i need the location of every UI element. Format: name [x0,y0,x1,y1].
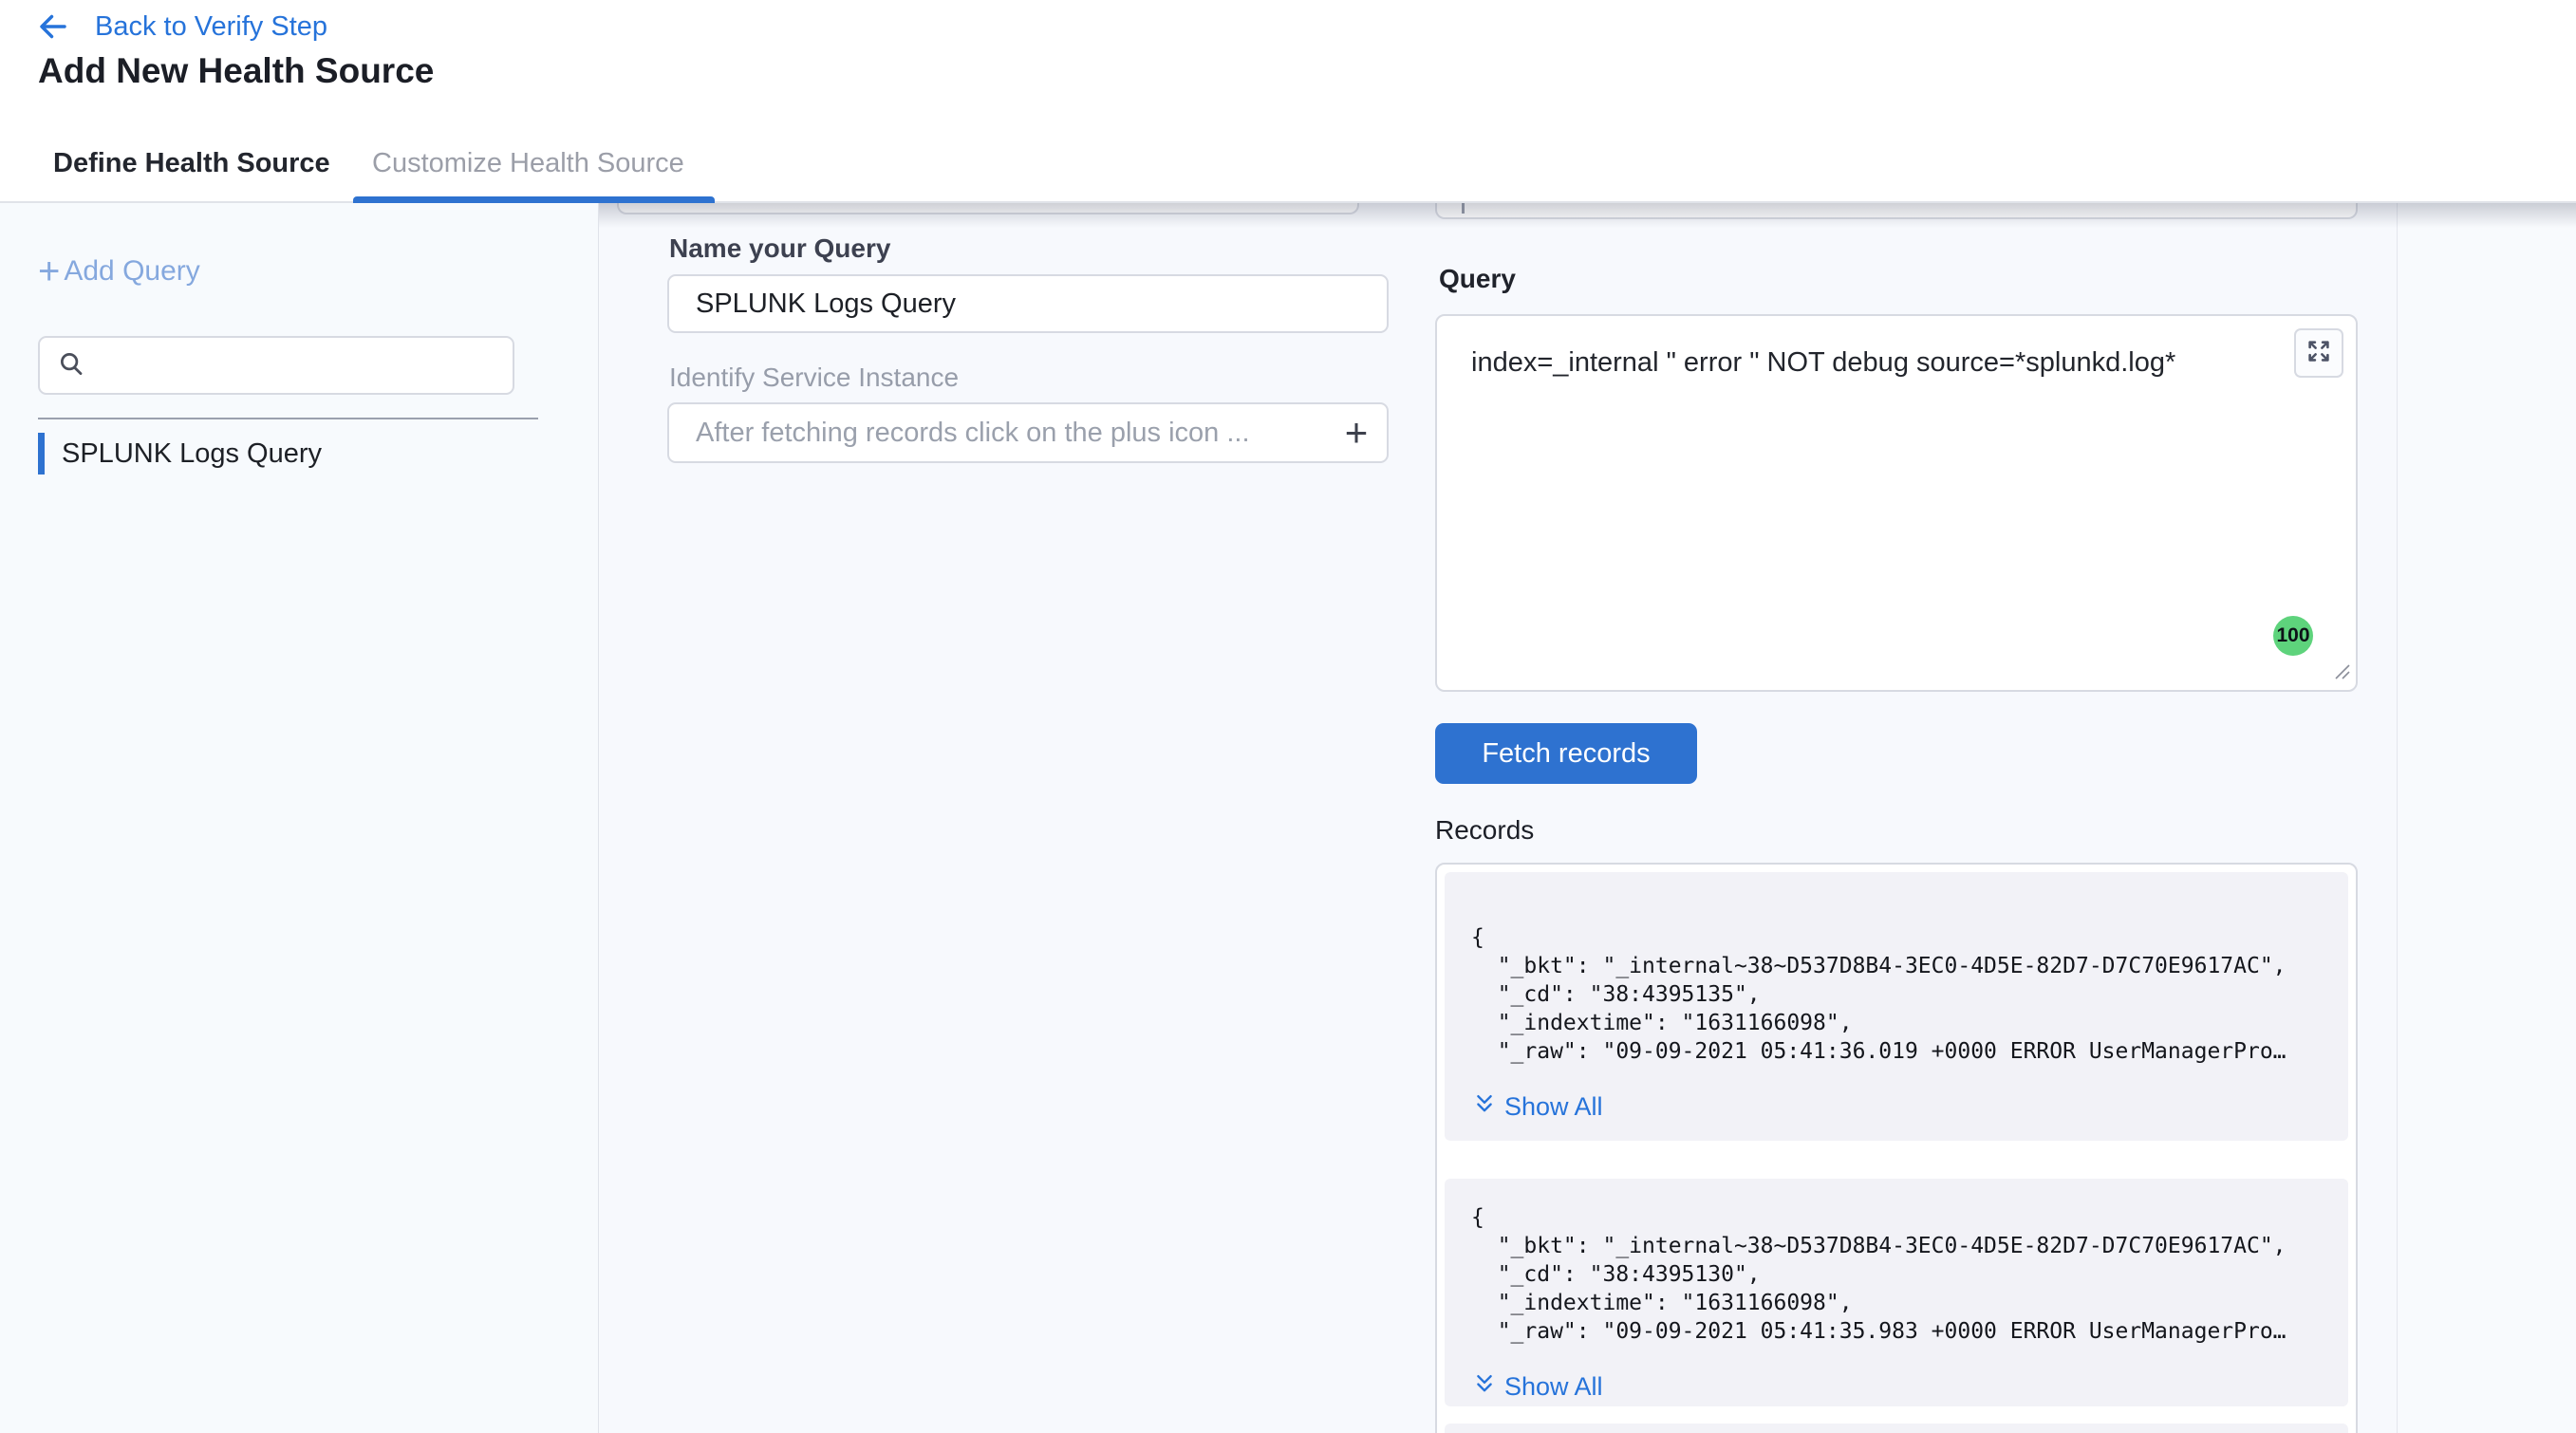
records-label: Records [1435,815,1534,846]
back-to-verify-step-link[interactable]: Back to Verify Step [36,9,327,44]
page-title: Add New Health Source [38,51,434,91]
content-area: + Add Query SPLUNK Logs Query [0,203,2576,1433]
cutoff-field-middle[interactable] [617,203,1359,214]
plus-icon: + [38,252,60,290]
sidebar-divider [38,418,538,419]
show-all-label: Show All [1504,1372,1603,1402]
record-card-1: { "_bkt": "_internal~38~D537D8B4-3EC0-4D… [1445,872,2348,1141]
right-side-panel [2397,203,2576,1433]
service-instance-field: + [667,402,1389,463]
selected-indicator [38,433,45,475]
back-link-label: Back to Verify Step [95,11,327,43]
arrow-left-icon [36,9,70,44]
name-your-query-label: Name your Query [669,233,890,264]
tab-define-health-source[interactable]: Define Health Source [53,123,330,203]
search-icon [57,349,85,382]
record-card-3-partial [1445,1424,2348,1433]
service-instance-add-button[interactable]: + [1326,404,1387,461]
page-header: Back to Verify Step Add New Health Sourc… [0,0,2576,123]
sidebar-item-splunk-logs-query[interactable]: SPLUNK Logs Query [38,433,322,475]
active-tab-underline [353,196,715,203]
show-all-label: Show All [1504,1092,1603,1122]
double-chevron-down-icon [1473,1092,1496,1122]
query-item-label: SPLUNK Logs Query [62,438,322,470]
tab-customize-health-source[interactable]: Customize Health Source [372,123,684,203]
records-count-badge: 100 [2273,616,2313,656]
records-container: { "_bkt": "_internal~38~D537D8B4-3EC0-4D… [1435,863,2358,1433]
record-json: { "_bkt": "_internal~38~D537D8B4-3EC0-4D… [1445,1179,2348,1346]
add-query-button[interactable]: + Add Query [38,252,200,290]
show-all-link[interactable]: Show All [1473,1372,2348,1402]
query-search-box [38,336,514,395]
query-editor: index=_internal " error " NOT debug sour… [1435,314,2358,692]
add-health-source-screen: Back to Verify Step Add New Health Sourc… [0,0,2576,1433]
search-input[interactable] [99,350,482,382]
tab-bar: Define Health Source Customize Health So… [0,123,2576,203]
query-sidebar: + Add Query SPLUNK Logs Query [0,203,599,1433]
cutoff-text-fragment [1462,203,1465,214]
add-query-label: Add Query [64,255,199,288]
cutoff-field-right[interactable] [1435,203,2358,219]
show-all-link[interactable]: Show All [1473,1092,2348,1122]
service-instance-input[interactable] [669,418,1326,449]
record-card-2: { "_bkt": "_internal~38~D537D8B4-3EC0-4D… [1445,1179,2348,1406]
query-name-input[interactable] [667,274,1389,333]
fetch-records-button[interactable]: Fetch records [1435,723,1697,784]
expand-arrows-icon [2305,337,2333,370]
textarea-resize-handle[interactable] [2331,661,2352,686]
expand-query-button[interactable] [2294,328,2343,378]
query-label: Query [1439,264,1516,294]
record-json: { "_bkt": "_internal~38~D537D8B4-3EC0-4D… [1445,872,2348,1066]
double-chevron-down-icon [1473,1372,1496,1402]
query-textarea[interactable]: index=_internal " error " NOT debug sour… [1471,344,2261,381]
identify-service-instance-label: Identify Service Instance [669,363,959,393]
